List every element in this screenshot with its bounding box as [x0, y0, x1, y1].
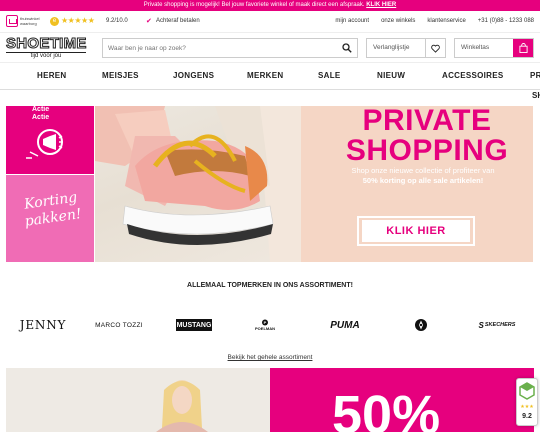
nav-item-sale[interactable]: SALE [318, 71, 341, 80]
nav-item-heren[interactable]: HEREN [37, 71, 67, 80]
header: SHOETIME tijd voor jou Verlanglijstje Wi… [0, 32, 540, 62]
brand-logo-skechers[interactable]: S SKECHERS [474, 318, 520, 332]
korting-tile[interactable]: Korting pakken! [6, 175, 94, 262]
heart-icon [431, 44, 440, 53]
banner-text-panel: PRIVATE SHOPPING Shop onze nieuwe collec… [301, 106, 533, 262]
woman-photo [156, 380, 208, 432]
top-links: mijn account onze winkels klantenservice… [335, 18, 534, 24]
nav-item-overflow[interactable]: SH [532, 91, 540, 100]
search-box [102, 38, 358, 58]
megaphone-icon [26, 129, 63, 159]
actie-tile[interactable]: Actie Actie [6, 106, 94, 174]
banner-subtitle-line2: 50% korting op alle sale artikelen! [362, 176, 484, 185]
skechers-label: SKECHERS [484, 322, 516, 328]
main-nav: HEREN MEISJES JONGENS MERKEN SALE NIEUW … [0, 62, 540, 100]
search-button[interactable] [337, 39, 357, 57]
trusted-shops-badge-icon[interactable]: e [50, 17, 59, 26]
trust-bar: thuiswinkel waarborg e ★★★★★ 9.2/10.0 ✔ … [0, 11, 540, 32]
thuiswinkel-label: thuiswinkel waarborg [20, 16, 40, 26]
search-input[interactable] [103, 39, 333, 57]
cart-bag-button[interactable] [513, 39, 533, 57]
wishlist-label: Verlanglijstje [373, 44, 410, 51]
trusted-shops-score: 9.2 [522, 413, 532, 420]
poelman-mark-icon: P [262, 319, 268, 326]
banner-title-line2: SHOPPING [345, 134, 509, 167]
rating-stars: ★★★★★ [61, 16, 95, 25]
account-link[interactable]: mijn account [335, 18, 369, 24]
stores-link[interactable]: onze winkels [381, 18, 415, 24]
banner-subtitle: Shop onze nieuwe collectie of profiteer … [317, 166, 529, 186]
wishlist-heart-button[interactable] [425, 39, 445, 57]
svg-text:P: P [264, 320, 267, 325]
banner-photo [95, 106, 301, 262]
nav-item-accessoires[interactable]: ACCESSOIRES [442, 71, 504, 80]
banner-subtitle-line1: Shop onze nieuwe collectie of profiteer … [351, 166, 495, 175]
shoetime-logo[interactable]: SHOETIME tijd voor jou [6, 36, 94, 60]
trusted-shops-widget[interactable]: ★★★ 9.2 [516, 378, 538, 426]
brand-logo-marco-tozzi[interactable]: MARCO TOZZI [92, 318, 146, 332]
brand-emblem-icon [415, 319, 427, 331]
trust-seal-icon: ★★★ [519, 382, 535, 410]
banner-cta-label: KLIK HIER [362, 220, 470, 242]
cart-label: Winkeltas [461, 44, 490, 51]
brand-logo-emblem[interactable] [412, 318, 430, 332]
promo-discount-tile[interactable]: 50% [270, 368, 534, 432]
skechers-mark-icon: S [478, 320, 484, 330]
phone-link[interactable]: +31 (0)88 - 1233 088 [478, 18, 534, 24]
nav-item-jongens[interactable]: JONGENS [173, 71, 214, 80]
brands-heading: ALLEMAAL TOPMERKEN IN ONS ASSORTIMENT! [187, 282, 353, 289]
nav-item-meisjes[interactable]: MEISJES [102, 71, 139, 80]
hero-banner[interactable]: PRIVATE SHOPPING Shop onze nieuwe collec… [95, 106, 533, 262]
pay-later-text: Achteraf betalen [156, 18, 200, 24]
check-icon: ✔ [146, 18, 152, 25]
promo-link[interactable]: KLIK HIER [366, 2, 396, 8]
sneaker-image [95, 106, 301, 262]
search-icon [342, 43, 352, 53]
banner-title: PRIVATE SHOPPING [321, 106, 533, 166]
logo-tagline: tijd voor jou [6, 52, 86, 60]
svg-text:★★★: ★★★ [520, 404, 534, 410]
brand-logo-puma[interactable]: PUMA [330, 318, 360, 332]
thuiswinkel-logo-icon[interactable] [6, 15, 18, 27]
shopping-bag-icon [518, 43, 528, 53]
rating-score: 9.2/10.0 [106, 18, 128, 24]
brand-logo-jenny[interactable]: JENNY [16, 318, 70, 332]
customer-service-link[interactable]: klantenservice [427, 18, 465, 24]
cart-button[interactable]: Winkeltas [454, 38, 534, 58]
nav-item-private-shopping[interactable]: PR [530, 71, 540, 80]
logo-wordmark: SHOETIME [6, 35, 87, 52]
nav-item-merken[interactable]: MERKEN [247, 71, 283, 80]
nav-item-nieuw[interactable]: NIEUW [377, 71, 405, 80]
banner-title-line1: PRIVATE [362, 106, 492, 137]
poelman-label: POELMAN [255, 326, 275, 331]
promo-text: Private shopping is mogelijk! Bel jouw f… [143, 2, 365, 8]
banner-cta-button[interactable]: KLIK HIER [357, 216, 475, 246]
brand-logo-mustang[interactable]: MUSTANG [176, 319, 212, 331]
promo-photo-tile[interactable] [6, 368, 270, 432]
assortment-link[interactable]: Bekijk het gehele assortiment [0, 354, 540, 361]
korting-label: Korting pakken! [23, 189, 83, 230]
promo-bar: Private shopping is mogelijk! Bel jouw f… [0, 0, 540, 11]
wishlist-button[interactable]: Verlanglijstje [366, 38, 446, 58]
brand-logo-poelman[interactable]: P POELMAN [252, 318, 278, 332]
discount-percent: 50% [332, 385, 441, 432]
